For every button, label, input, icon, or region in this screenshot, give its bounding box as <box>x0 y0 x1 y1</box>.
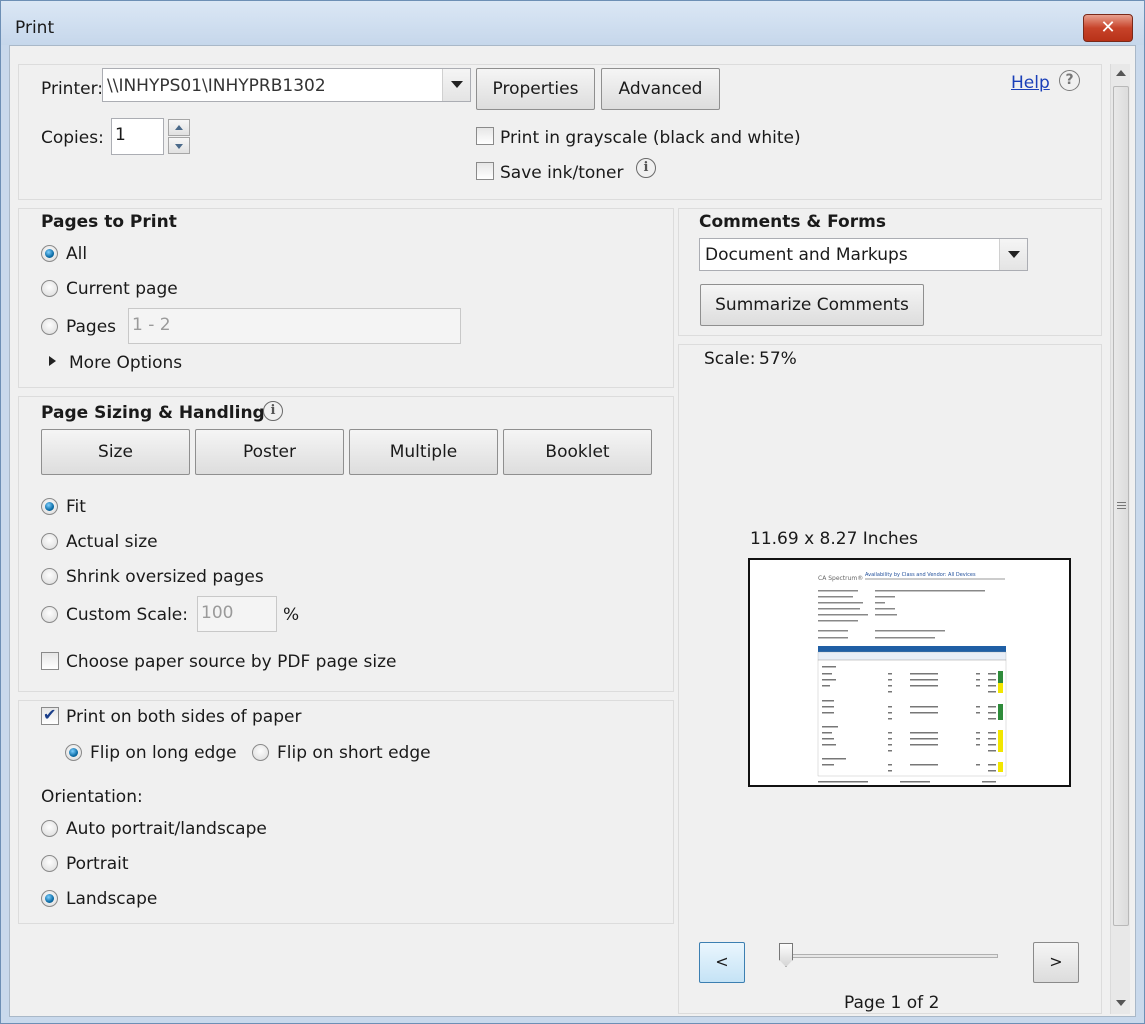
auto-orientation-radio[interactable] <box>41 820 58 837</box>
dialog-client: Printer: \\INHYPS01\INHYPRB1302 Properti… <box>9 45 1136 1017</box>
paper-source-checkbox[interactable] <box>41 652 59 670</box>
grayscale-label[interactable]: Print in grayscale (black and white) <box>500 128 801 148</box>
both-sides-checkbox[interactable] <box>41 705 59 725</box>
window-title: Print <box>15 18 55 38</box>
save-ink-label[interactable]: Save ink/toner <box>500 163 624 183</box>
more-options-link[interactable]: More Options <box>69 353 182 373</box>
advanced-button[interactable]: Advanced <box>601 68 720 110</box>
printer-value: \\INHYPS01\INHYPRB1302 <box>107 76 326 96</box>
pages-to-print-panel: Pages to Print All Current page Pages 1 … <box>18 208 674 388</box>
fit-label[interactable]: Fit <box>66 497 86 517</box>
page-sizing-heading: Page Sizing & Handling <box>41 403 265 423</box>
vertical-scrollbar[interactable] <box>1110 64 1130 1014</box>
preview-title: Availability by Class and Vendor: All De… <box>865 572 976 578</box>
portrait-radio[interactable] <box>41 855 58 872</box>
printer-panel: Printer: \\INHYPS01\INHYPRB1302 Properti… <box>18 64 1102 200</box>
actual-size-label[interactable]: Actual size <box>66 532 158 552</box>
pages-all-radio[interactable] <box>41 245 58 262</box>
actual-size-radio[interactable] <box>41 533 58 550</box>
current-page-label[interactable]: Current page <box>66 279 178 299</box>
fit-radio[interactable] <box>41 498 58 515</box>
title-bar[interactable]: Print ✕ <box>1 1 1144 45</box>
chevron-down-icon[interactable] <box>442 69 470 101</box>
pages-range-label[interactable]: Pages <box>66 317 116 337</box>
printer-select[interactable]: \\INHYPS01\INHYPRB1302 <box>102 68 471 102</box>
page-slider-track[interactable] <box>780 954 998 958</box>
pages-all-label[interactable]: All <box>66 244 87 264</box>
copies-decrement-button[interactable] <box>168 137 190 154</box>
scale-label: Scale: <box>704 349 756 369</box>
help-icon[interactable]: ? <box>1059 70 1080 91</box>
close-button[interactable]: ✕ <box>1083 14 1133 42</box>
shrink-oversized-radio[interactable] <box>41 568 58 585</box>
grip-icon <box>1117 502 1126 503</box>
comments-forms-heading: Comments & Forms <box>699 212 886 232</box>
current-page-radio[interactable] <box>41 280 58 297</box>
expand-triangle-icon[interactable] <box>49 356 56 366</box>
tab-booklet[interactable]: Booklet <box>503 429 652 475</box>
print-dialog: Print ✕ Printer: \\INHYPS01\INHYPRB1302 … <box>0 0 1145 1024</box>
custom-scale-label[interactable]: Custom Scale: <box>66 605 188 625</box>
help-link[interactable]: Help <box>1011 73 1050 93</box>
flip-short-edge-radio[interactable] <box>252 744 269 761</box>
duplex-orientation-panel: Print on both sides of paper Flip on lon… <box>18 700 674 924</box>
close-icon: ✕ <box>1100 17 1116 38</box>
paper-source-label[interactable]: Choose paper source by PDF page size <box>66 652 396 672</box>
summarize-comments-button[interactable]: Summarize Comments <box>700 284 924 326</box>
previous-page-button[interactable]: < <box>699 942 745 983</box>
tab-size[interactable]: Size <box>41 429 190 475</box>
pages-to-print-heading: Pages to Print <box>41 212 177 232</box>
flip-long-edge-radio[interactable] <box>65 744 82 761</box>
preview-brand: CA Spectrum® <box>818 575 863 582</box>
tab-poster[interactable]: Poster <box>195 429 344 475</box>
printer-label: Printer: <box>41 79 103 99</box>
scroll-up-icon[interactable] <box>1116 70 1126 76</box>
copies-increment-button[interactable] <box>168 119 190 136</box>
page-preview: CA Spectrum® Availability by Class and V… <box>748 558 1071 787</box>
next-page-button[interactable]: > <box>1033 942 1079 983</box>
info-icon[interactable]: i <box>636 158 656 178</box>
page-sizing-panel: Page Sizing & Handling i Size Poster Mul… <box>18 396 674 692</box>
portrait-label[interactable]: Portrait <box>66 854 129 874</box>
auto-orientation-label[interactable]: Auto portrait/landscape <box>66 819 267 839</box>
custom-scale-radio[interactable] <box>41 606 58 623</box>
grayscale-checkbox[interactable] <box>476 127 494 145</box>
scrollbar-thumb[interactable] <box>1113 86 1129 926</box>
pages-range-input[interactable]: 1 - 2 <box>128 308 461 344</box>
custom-scale-input[interactable]: 100 <box>197 596 277 632</box>
scroll-down-icon[interactable] <box>1116 1000 1126 1006</box>
chevron-down-icon[interactable] <box>999 239 1027 270</box>
pages-range-radio[interactable] <box>41 318 58 335</box>
shrink-oversized-label[interactable]: Shrink oversized pages <box>66 567 264 587</box>
page-indicator: Page 1 of 2 <box>844 993 940 1013</box>
comments-forms-panel: Comments & Forms Document and Markups Su… <box>678 208 1102 336</box>
both-sides-label[interactable]: Print on both sides of paper <box>66 707 301 727</box>
properties-button[interactable]: Properties <box>476 68 595 110</box>
orientation-heading: Orientation: <box>41 787 143 807</box>
flip-long-edge-label[interactable]: Flip on long edge <box>90 743 237 763</box>
preview-document: CA Spectrum® Availability by Class and V… <box>817 572 1007 783</box>
tab-multiple[interactable]: Multiple <box>349 429 498 475</box>
comments-forms-select[interactable]: Document and Markups <box>699 238 1028 271</box>
copies-input[interactable]: 1 <box>111 118 164 155</box>
landscape-label[interactable]: Landscape <box>66 889 157 909</box>
landscape-radio[interactable] <box>41 890 58 907</box>
custom-scale-unit: % <box>283 605 300 625</box>
save-ink-checkbox[interactable] <box>476 162 494 180</box>
copies-label: Copies: <box>41 128 104 148</box>
comments-forms-value: Document and Markups <box>705 245 908 265</box>
info-icon[interactable]: i <box>263 401 283 421</box>
scale-value: 57% <box>759 349 797 369</box>
page-size-label: 11.69 x 8.27 Inches <box>750 529 919 549</box>
flip-short-edge-label[interactable]: Flip on short edge <box>277 743 431 763</box>
